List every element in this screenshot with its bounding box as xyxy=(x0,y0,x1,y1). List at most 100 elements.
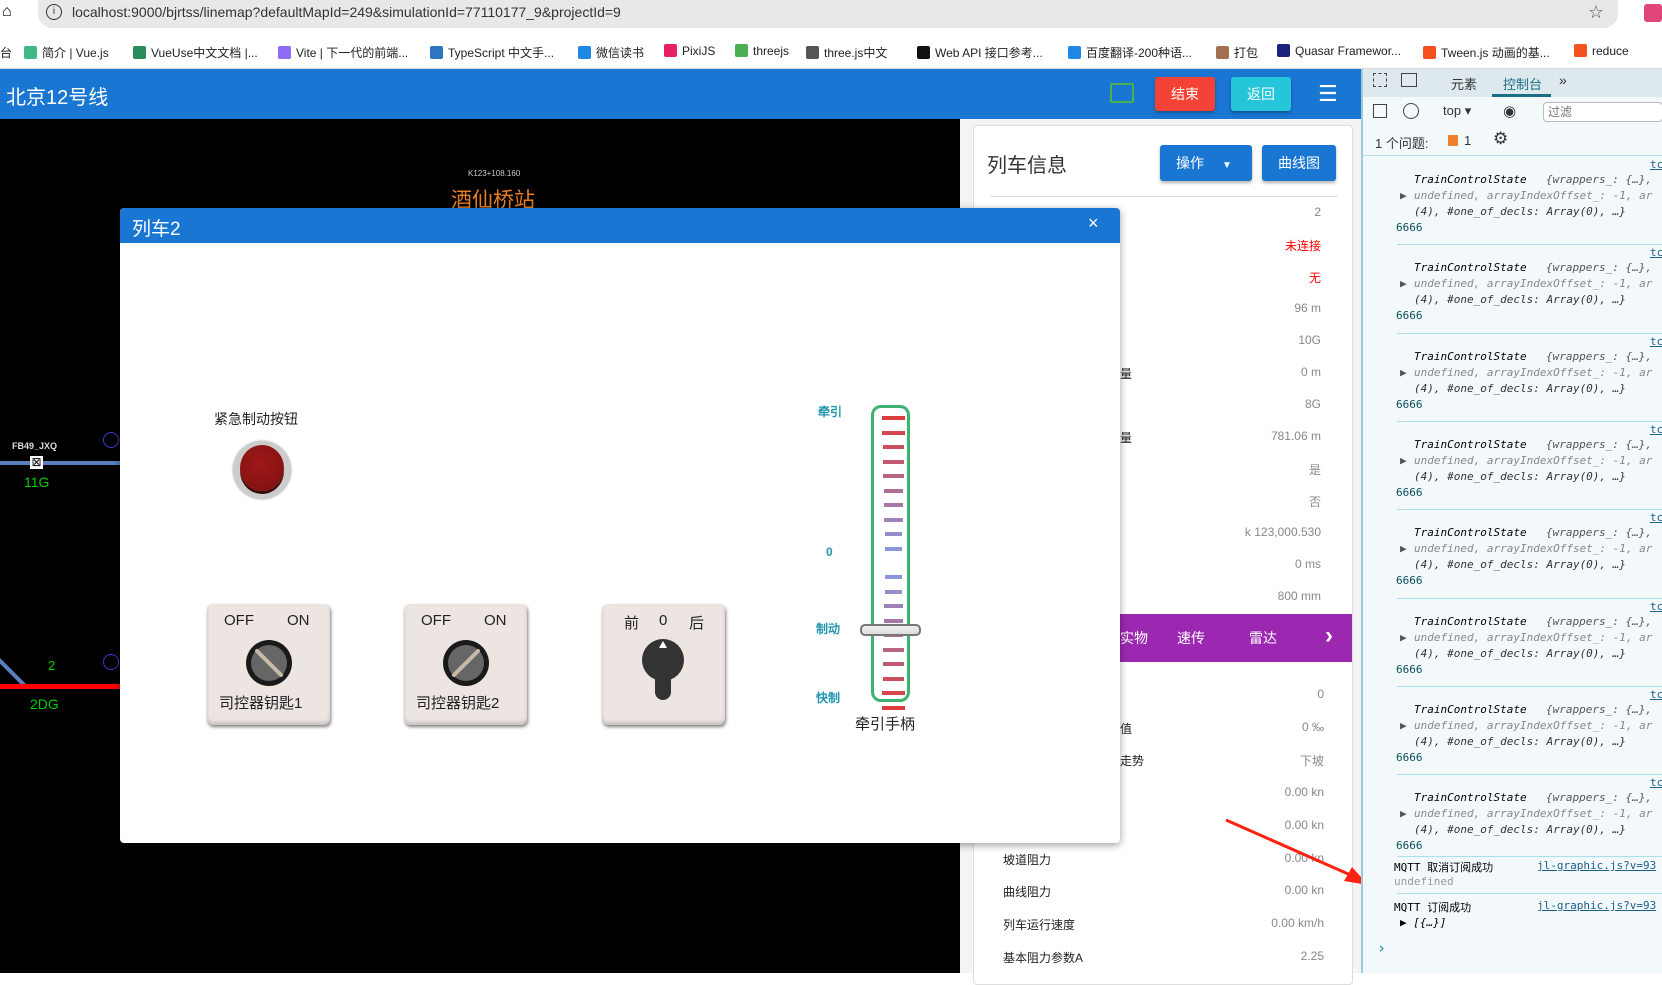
bookmark-item[interactable]: Tween.js 动画的基... xyxy=(1423,44,1550,61)
console-prompt-input[interactable]: › xyxy=(1377,939,1386,957)
log-source-link[interactable]: tc xyxy=(1650,423,1662,436)
handle-notch xyxy=(885,575,902,579)
expand-triangle-icon[interactable]: ▶ xyxy=(1400,631,1407,644)
home-icon[interactable]: ⌂ xyxy=(2,3,12,21)
expand-triangle-icon[interactable]: ▶ xyxy=(1400,719,1407,732)
operation-dropdown-button[interactable]: 操作 ▼ xyxy=(1160,145,1252,181)
log-source-link[interactable]: tc xyxy=(1650,776,1662,789)
handle-notch xyxy=(884,503,903,507)
curve-chart-button[interactable]: 曲线图 xyxy=(1262,145,1336,181)
bookmark-item[interactable]: Web API 接口参考... xyxy=(917,44,1043,61)
expand-triangle-icon[interactable]: ▶ xyxy=(1400,277,1407,290)
bookmark-item[interactable]: PixiJS xyxy=(664,44,715,58)
expand-triangle-icon[interactable]: ▶ xyxy=(1400,454,1407,467)
driver-key-1-switch[interactable]: OFF ON 司控器钥匙1 xyxy=(207,604,330,725)
key2-label: 司控器钥匙2 xyxy=(416,695,500,712)
bookmark-item[interactable]: 打包 xyxy=(1216,44,1258,61)
expand-triangle-icon[interactable]: ▶ xyxy=(1400,807,1407,820)
bookmarks-bar: 台 简介 | Vue.js VueUse中文文档 |... Vite | 下一代的前端… xyxy=(0,35,1662,69)
log-object-preview: undefined, arrayIndexOffset_: -1, ar xyxy=(1414,542,1653,556)
more-tabs-icon[interactable]: » xyxy=(1559,72,1567,88)
track-section-2dg[interactable] xyxy=(0,684,120,689)
info-icon[interactable]: i xyxy=(46,4,62,20)
signal-icon[interactable]: ⊠ xyxy=(30,456,43,469)
device-toggle-icon[interactable] xyxy=(1401,73,1417,87)
key2-knob[interactable] xyxy=(443,640,489,686)
log-source-link[interactable]: tc xyxy=(1650,600,1662,613)
log-source-link[interactable]: tc xyxy=(1650,246,1662,259)
bookmark-item[interactable]: reduce xyxy=(1574,44,1629,58)
log-object-name: TrainControlState xyxy=(1414,702,1527,716)
bookmark-favicon-icon xyxy=(1216,46,1229,59)
settings-gear-icon[interactable]: ⚙ xyxy=(1493,129,1508,149)
bookmark-item[interactable]: VueUse中文文档 |... xyxy=(133,44,258,61)
log-source-link[interactable]: tc xyxy=(1650,688,1662,701)
url-input[interactable]: i localhost:9000/bjrtss/linemap?defaultM… xyxy=(38,0,1618,28)
bookmark-item[interactable]: 台 xyxy=(0,44,12,61)
log-source-link[interactable]: tc xyxy=(1650,511,1662,524)
divider xyxy=(1397,509,1662,511)
bookmark-label: Tween.js 动画的基... xyxy=(1441,46,1550,60)
star-icon[interactable]: ☆ xyxy=(1588,0,1604,24)
log-source-link[interactable]: tc xyxy=(1650,158,1662,171)
tab-elements[interactable]: 元素 xyxy=(1451,74,1477,93)
sidebar-toggle-icon[interactable] xyxy=(1373,104,1387,118)
log-object-preview: {wrappers_: {…}, xyxy=(1546,614,1652,628)
track-diagonal[interactable] xyxy=(0,654,28,688)
handle-grip[interactable] xyxy=(860,624,921,636)
issue-warning-icon[interactable] xyxy=(1448,135,1458,146)
bookmark-item[interactable]: TypeScript 中文手... xyxy=(430,44,554,61)
train-control-dialog: 列车2 × 紧急制动按钮 OFF ON 司控器钥匙1 OFF ON 司控器钥匙2… xyxy=(120,208,1120,843)
key1-knob[interactable] xyxy=(246,640,292,686)
bookmark-item[interactable]: 简介 | Vue.js xyxy=(24,44,109,61)
log-source-link[interactable]: jl-graphic.js?v=93 xyxy=(1537,899,1656,912)
back-button[interactable]: 返回 xyxy=(1231,77,1291,111)
tab-radar[interactable]: 雷达 xyxy=(1249,628,1277,648)
console-filter-input[interactable] xyxy=(1543,102,1662,122)
tab-console[interactable]: 控制台 xyxy=(1503,74,1542,93)
translate-extension-icon[interactable] xyxy=(1644,4,1662,22)
menu-icon[interactable]: ☰ xyxy=(1318,81,1338,107)
expand-triangle-icon[interactable]: ▶ xyxy=(1400,189,1407,202)
url-text: localhost:9000/bjrtss/linemap?defaultMap… xyxy=(72,4,621,20)
end-button[interactable]: 结束 xyxy=(1155,77,1215,111)
tab-speed-sensor[interactable]: 速传 xyxy=(1177,628,1205,648)
log-value: undefined xyxy=(1394,875,1454,888)
bookmark-item[interactable]: 百度翻译-200种语... xyxy=(1068,44,1192,61)
axle-counter-icon[interactable] xyxy=(103,654,119,670)
direction-switch[interactable]: 前 0 后 xyxy=(602,604,725,725)
expand-triangle-icon[interactable]: ▶ xyxy=(1400,542,1407,555)
bookmark-item[interactable]: threejs xyxy=(735,44,789,58)
log-object-preview: (4), #one_of_decls: Array(0), …} xyxy=(1414,469,1626,483)
context-select[interactable]: top ▾ xyxy=(1443,103,1471,119)
log-object-preview: {wrappers_: {…}, xyxy=(1546,526,1652,540)
chevron-right-icon[interactable]: › xyxy=(1325,622,1333,650)
driver-key-2-switch[interactable]: OFF ON 司控器钥匙2 xyxy=(404,604,527,725)
inspect-icon[interactable] xyxy=(1373,73,1387,87)
log-value: 6666 xyxy=(1396,397,1423,411)
emergency-brake-button[interactable] xyxy=(233,441,291,499)
handle-label: 牵引手柄 xyxy=(855,716,916,733)
close-icon[interactable]: × xyxy=(1088,213,1099,234)
eye-icon[interactable]: ◉ xyxy=(1503,102,1516,120)
log-object-preview: {wrappers_: {…}, xyxy=(1546,437,1652,451)
bookmark-item[interactable]: three.js中文 xyxy=(806,44,887,61)
log-source-link[interactable]: jl-graphic.js?v=93 xyxy=(1537,859,1656,872)
info-row-value: 0 xyxy=(1317,687,1324,701)
track-section-11g[interactable] xyxy=(0,461,120,465)
annotation-arrow xyxy=(1225,818,1368,885)
handle-track[interactable] xyxy=(871,405,910,710)
clear-console-icon[interactable] xyxy=(1403,103,1419,119)
log-object-preview: {wrappers_: {…}, xyxy=(1546,173,1652,186)
bookmark-item[interactable]: Quasar Framewor... xyxy=(1277,44,1401,58)
cast-icon[interactable] xyxy=(1110,83,1134,103)
log-object-preview: (4), #one_of_decls: Array(0), …} xyxy=(1414,734,1626,748)
tab-physical[interactable]: 实物 xyxy=(1120,628,1148,648)
bookmark-item[interactable]: 微信读书 xyxy=(578,44,644,61)
issues-count[interactable]: 1 xyxy=(1464,133,1471,148)
expand-triangle-icon[interactable]: ▶ xyxy=(1400,366,1407,379)
bookmark-item[interactable]: Vite | 下一代的前端... xyxy=(278,44,408,61)
axle-counter-icon[interactable] xyxy=(103,432,119,448)
log-source-link[interactable]: tc xyxy=(1650,335,1662,348)
log-expandable-array[interactable]: ▶ [{…}] xyxy=(1400,916,1446,929)
